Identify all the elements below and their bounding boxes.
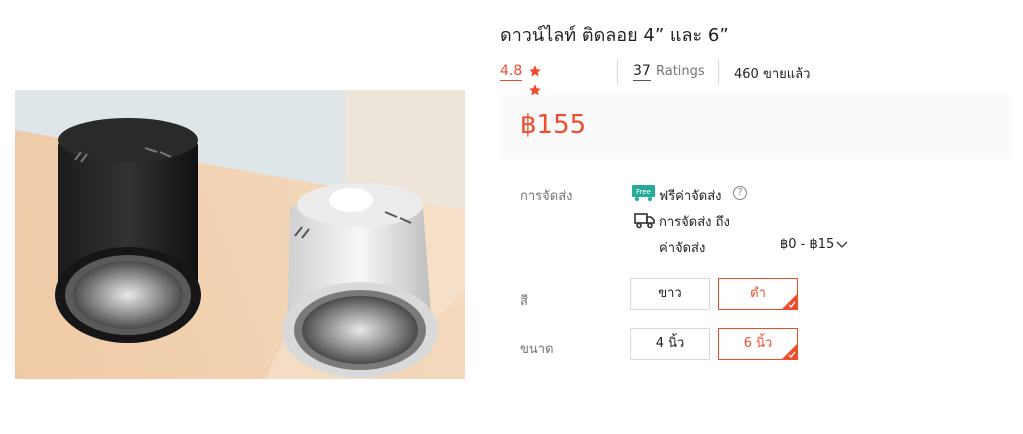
ratings-label: Ratings [656,64,705,79]
free-badge-text: Free [636,188,651,196]
free-shipping-icon: Free [632,185,655,201]
question-icon[interactable]: ? [733,186,747,200]
size-option-4-inch[interactable]: 4 นิ้ว [630,328,710,360]
rating-value[interactable]: 4.8 [500,62,523,81]
chevron-down-icon[interactable] [836,238,848,250]
rating-stars [528,63,543,153]
product-title: ดาวน์ไลท์ ติดลอย 4” และ 6” [500,25,729,46]
sold-count: 460 ขายแล้ว [734,67,811,82]
shipping-fee-label: ค่าจัดส่ง [659,241,706,256]
color-option-black[interactable]: ดำ [718,278,798,310]
divider [718,60,719,84]
size-option-label: 4 นิ้ว [655,336,685,351]
color-option-white[interactable]: ขาว [630,278,710,310]
size-option-6-inch[interactable]: 6 นิ้ว [718,328,798,360]
price: ฿155 [520,110,587,140]
price-box: ฿155 [500,95,1011,159]
selected-check-icon [782,344,797,359]
product-image[interactable] [15,90,465,379]
color-label: สี [520,294,528,309]
truck-icon [634,213,655,229]
shipping-fee-range[interactable]: ฿0 - ฿15 [780,237,834,252]
shipping-label: การจัดส่ง [520,189,573,204]
selected-check-icon [782,294,797,309]
color-option-label: ขาว [658,286,682,301]
size-label: ขนาด [520,342,554,357]
ratings-count[interactable]: 37 [633,62,651,81]
free-shipping-text: ฟรีค่าจัดส่ง [659,189,722,204]
divider [617,60,618,84]
color-option-label: ดำ [750,286,766,301]
shipping-to[interactable]: การจัดส่ง ถึง [659,211,730,232]
star-icon [529,65,541,77]
size-option-label: 6 นิ้ว [743,336,773,351]
